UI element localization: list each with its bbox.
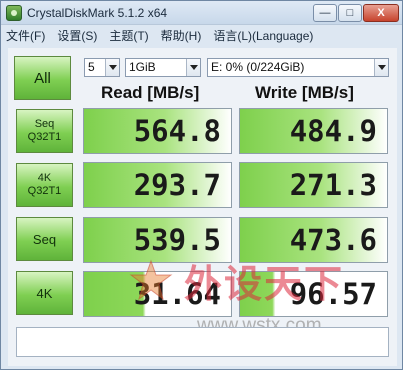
test-count-select[interactable]: 5 bbox=[84, 58, 120, 77]
chevron-down-icon bbox=[186, 59, 200, 76]
drive-select[interactable]: E: 0% (0/224GiB) bbox=[207, 58, 389, 77]
maximize-button[interactable]: □ bbox=[338, 4, 362, 22]
comment-input[interactable] bbox=[16, 327, 389, 357]
title-bar[interactable]: CrystalDiskMark 5.1.2 x64 — □ X bbox=[1, 1, 402, 25]
chevron-down-icon bbox=[105, 59, 119, 76]
4k-q32t1-write-result: 271.3 bbox=[239, 162, 388, 208]
4k-button[interactable]: 4K bbox=[16, 271, 73, 315]
menu-help[interactable]: 帮助(H) bbox=[161, 27, 202, 44]
test-count-value: 5 bbox=[88, 60, 95, 74]
row-label-line1: 4K bbox=[36, 285, 53, 301]
read-column-header: Read [MB/s] bbox=[101, 83, 200, 102]
menu-file[interactable]: 文件(F) bbox=[6, 27, 45, 44]
minimize-button[interactable]: — bbox=[313, 4, 337, 22]
4k-q32t1-button[interactable]: 4K Q32T1 bbox=[16, 163, 73, 207]
app-window: CrystalDiskMark 5.1.2 x64 — □ X 文件(F) 设置… bbox=[0, 0, 403, 370]
seq-q32t1-read-result: 564.8 bbox=[83, 108, 232, 154]
seq-q32t1-button[interactable]: Seq Q32T1 bbox=[16, 109, 73, 153]
chevron-down-icon bbox=[374, 59, 388, 76]
drive-value: E: 0% (0/224GiB) bbox=[211, 60, 305, 74]
watermark-logo-text: 外设天下 bbox=[184, 264, 345, 306]
row-label-line1: Seq bbox=[32, 231, 57, 247]
menu-theme[interactable]: 主题(T) bbox=[109, 27, 148, 44]
test-size-select[interactable]: 1GiB bbox=[125, 58, 201, 77]
run-all-button[interactable]: All bbox=[14, 56, 71, 100]
menu-language[interactable]: 语言(L)(Language) bbox=[213, 27, 313, 44]
write-column-header: Write [MB/s] bbox=[255, 83, 354, 102]
row-label-line1: Seq bbox=[34, 118, 55, 130]
window-title: CrystalDiskMark 5.1.2 x64 bbox=[27, 6, 168, 20]
menu-bar: 文件(F) 设置(S) 主题(T) 帮助(H) 语言(L)(Language) bbox=[1, 26, 402, 45]
app-disk-icon bbox=[6, 5, 22, 21]
close-button[interactable]: X bbox=[363, 4, 399, 22]
row-label-line2: Q32T1 bbox=[27, 185, 62, 197]
watermark-star-icon bbox=[129, 259, 173, 301]
row-label-line1: 4K bbox=[37, 172, 52, 184]
4k-q32t1-read-result: 293.7 bbox=[83, 162, 232, 208]
row-label-line2: Q32T1 bbox=[27, 131, 62, 143]
menu-settings[interactable]: 设置(S) bbox=[57, 27, 97, 44]
test-size-value: 1GiB bbox=[129, 60, 156, 74]
seq-button[interactable]: Seq bbox=[16, 217, 73, 261]
seq-q32t1-write-result: 484.9 bbox=[239, 108, 388, 154]
